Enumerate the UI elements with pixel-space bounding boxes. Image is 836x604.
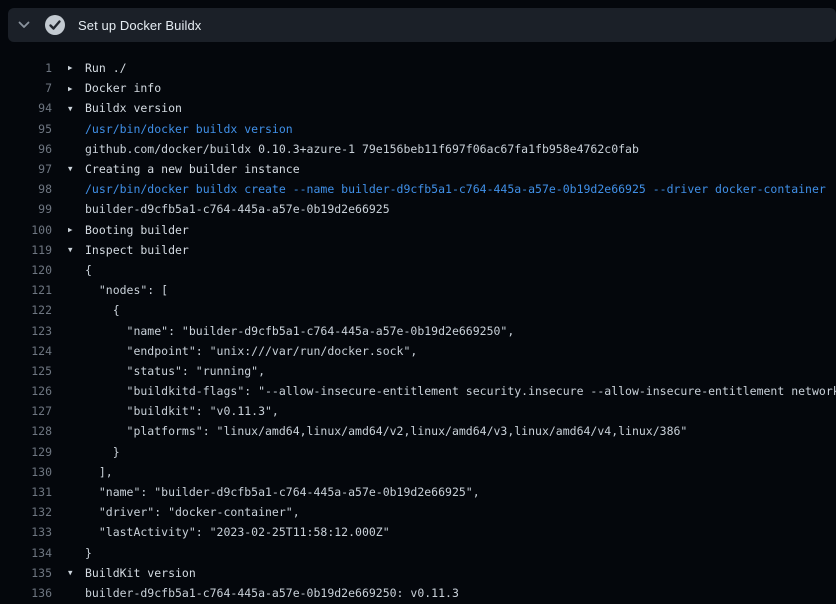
line-number[interactable]: 130 [0, 465, 52, 479]
line-number[interactable]: 132 [0, 505, 52, 519]
log-text: "driver": "docker-container", [85, 505, 300, 519]
log-text: builder-d9cfb5a1-c764-445a-a57e-0b19d2e6… [85, 586, 459, 600]
log-line: 131 "name": "builder-d9cfb5a1-c764-445a-… [0, 482, 836, 502]
log-line[interactable]: 1 ▶ Run ./ [0, 58, 836, 78]
log-text: builder-d9cfb5a1-c764-445a-a57e-0b19d2e6… [85, 202, 390, 216]
chevron-down-icon[interactable] [17, 18, 31, 32]
log-text: "name": "builder-d9cfb5a1-c764-445a-a57e… [85, 485, 480, 499]
line-number[interactable]: 128 [0, 424, 52, 438]
step-title: Set up Docker Buildx [78, 18, 201, 33]
log-line: 123 "name": "builder-d9cfb5a1-c764-445a-… [0, 320, 836, 340]
line-number[interactable]: 129 [0, 445, 52, 459]
log-text: Booting builder [85, 223, 189, 237]
log-text: "status": "running", [85, 364, 265, 378]
line-number[interactable]: 121 [0, 283, 52, 297]
success-check-icon [45, 15, 65, 35]
line-number[interactable]: 119 [0, 243, 52, 257]
log-line: 130 ], [0, 462, 836, 482]
log-line[interactable]: 94 ▼ Buildx version [0, 98, 836, 118]
log-text: { [85, 303, 120, 317]
log-text: } [85, 445, 120, 459]
log-text: "buildkitd-flags": "--allow-insecure-ent… [85, 384, 836, 398]
log-text: "lastActivity": "2023-02-25T11:58:12.000… [85, 525, 390, 539]
line-number[interactable]: 134 [0, 546, 52, 560]
line-number[interactable]: 127 [0, 404, 52, 418]
line-number[interactable]: 125 [0, 364, 52, 378]
line-number[interactable]: 123 [0, 324, 52, 338]
log-line: 98 /usr/bin/docker buildx create --name … [0, 179, 836, 199]
group-toggle-icon[interactable]: ▼ [68, 105, 85, 113]
line-number[interactable]: 97 [0, 162, 52, 176]
log-text: /usr/bin/docker buildx create --name bui… [85, 182, 826, 196]
log-line: 136 builder-d9cfb5a1-c764-445a-a57e-0b19… [0, 583, 836, 603]
log-line: 129 } [0, 442, 836, 462]
log-line[interactable]: 119 ▼ Inspect builder [0, 240, 836, 260]
log-text: ], [85, 465, 113, 479]
log-line: 128 "platforms": "linux/amd64,linux/amd6… [0, 421, 836, 441]
log-text: /usr/bin/docker buildx version [85, 122, 293, 136]
log-line: 133 "lastActivity": "2023-02-25T11:58:12… [0, 522, 836, 542]
line-number[interactable]: 131 [0, 485, 52, 499]
line-number[interactable]: 94 [0, 101, 52, 115]
log-line: 121 "nodes": [ [0, 280, 836, 300]
line-number[interactable]: 133 [0, 525, 52, 539]
log-line[interactable]: 100 ▶ Booting builder [0, 220, 836, 240]
log-text: "endpoint": "unix:///var/run/docker.sock… [85, 344, 417, 358]
log-line: 132 "driver": "docker-container", [0, 502, 836, 522]
line-number[interactable]: 100 [0, 223, 52, 237]
log-line: 126 "buildkitd-flags": "--allow-insecure… [0, 381, 836, 401]
log-line: 95 /usr/bin/docker buildx version [0, 119, 836, 139]
log-line: 127 "buildkit": "v0.11.3", [0, 401, 836, 421]
log-text: { [85, 263, 92, 277]
log-area: 1 ▶ Run ./ 7 ▶ Docker info 94 ▼ Buildx v… [0, 58, 836, 603]
log-line: 134 } [0, 543, 836, 563]
group-toggle-icon[interactable]: ▶ [68, 64, 85, 72]
line-number[interactable]: 120 [0, 263, 52, 277]
step-header[interactable]: Set up Docker Buildx [8, 8, 836, 42]
line-number[interactable]: 126 [0, 384, 52, 398]
log-text: Docker info [85, 81, 161, 95]
line-number[interactable]: 99 [0, 202, 52, 216]
actions-log-viewer: Set up Docker Buildx 1 ▶ Run ./ 7 ▶ Dock… [0, 0, 836, 604]
line-number[interactable]: 98 [0, 182, 52, 196]
group-toggle-icon[interactable]: ▼ [68, 246, 85, 254]
log-line: 125 "status": "running", [0, 361, 836, 381]
log-line: 122 { [0, 300, 836, 320]
line-number[interactable]: 7 [0, 81, 52, 95]
log-line: 120 { [0, 260, 836, 280]
log-text: "name": "builder-d9cfb5a1-c764-445a-a57e… [85, 324, 514, 338]
log-line[interactable]: 7 ▶ Docker info [0, 78, 836, 98]
group-toggle-icon[interactable]: ▶ [68, 226, 85, 234]
line-number[interactable]: 95 [0, 122, 52, 136]
log-text: "platforms": "linux/amd64,linux/amd64/v2… [85, 424, 687, 438]
log-text: } [85, 546, 92, 560]
log-line: 99 builder-d9cfb5a1-c764-445a-a57e-0b19d… [0, 199, 836, 219]
line-number[interactable]: 96 [0, 142, 52, 156]
log-text: "buildkit": "v0.11.3", [85, 404, 279, 418]
group-toggle-icon[interactable]: ▼ [68, 165, 85, 173]
group-toggle-icon[interactable]: ▼ [68, 569, 85, 577]
log-line[interactable]: 135 ▼ BuildKit version [0, 563, 836, 583]
log-text: Run ./ [85, 61, 127, 75]
line-number[interactable]: 135 [0, 566, 52, 580]
line-number[interactable]: 122 [0, 303, 52, 317]
log-line[interactable]: 97 ▼ Creating a new builder instance [0, 159, 836, 179]
log-text: Creating a new builder instance [85, 162, 300, 176]
log-line: 124 "endpoint": "unix:///var/run/docker.… [0, 341, 836, 361]
log-text: BuildKit version [85, 566, 196, 580]
log-text: github.com/docker/buildx 0.10.3+azure-1 … [85, 142, 639, 156]
line-number[interactable]: 1 [0, 61, 52, 75]
line-number[interactable]: 124 [0, 344, 52, 358]
log-line: 96 github.com/docker/buildx 0.10.3+azure… [0, 139, 836, 159]
log-text: "nodes": [ [85, 283, 168, 297]
group-toggle-icon[interactable]: ▶ [68, 85, 85, 93]
log-text: Inspect builder [85, 243, 189, 257]
line-number[interactable]: 136 [0, 586, 52, 600]
log-text: Buildx version [85, 101, 182, 115]
